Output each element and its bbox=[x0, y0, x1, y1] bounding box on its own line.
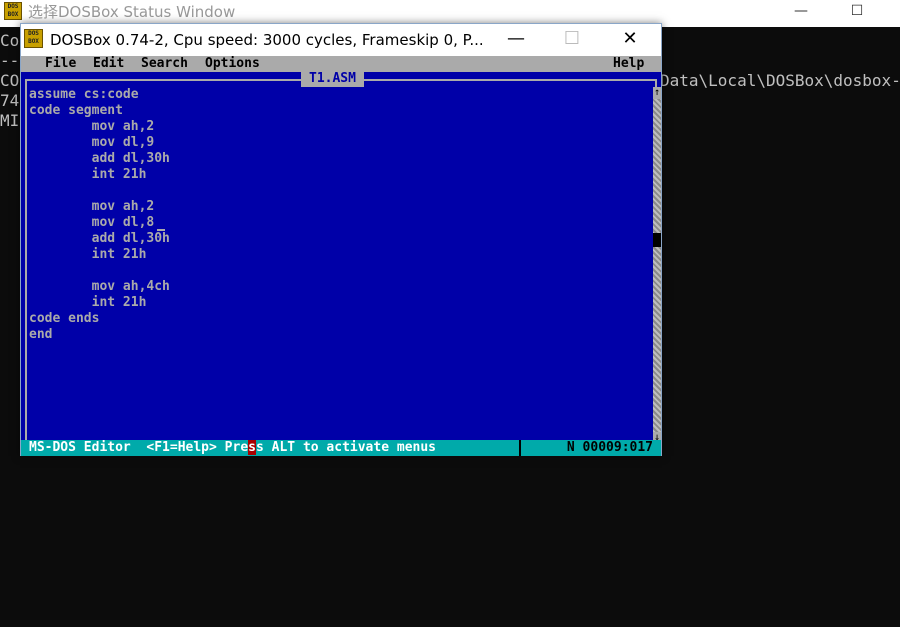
console-minimize-button[interactable]: — bbox=[778, 0, 824, 27]
status-text: MS-DOS Editor <F1=Help> Pre bbox=[29, 440, 249, 455]
code-line: mov ah,2 bbox=[29, 119, 155, 134]
code-line: mov dl,9 bbox=[29, 135, 155, 150]
status-text: s ALT to activate menus bbox=[255, 440, 436, 455]
dosbox-titlebar[interactable]: DOS BOX DOSBox 0.74-2, Cpu speed: 3000 cy… bbox=[21, 24, 661, 56]
status-separator bbox=[519, 440, 521, 456]
status-highlight: s bbox=[248, 440, 256, 455]
code-line: add dl,30h bbox=[29, 231, 170, 246]
status-message: MS-DOS Editor <F1=Help> Press ALT to act… bbox=[29, 440, 436, 456]
console-maximize-button[interactable]: ☐ bbox=[834, 0, 880, 27]
menu-bar: File Edit Search Options Help bbox=[21, 56, 661, 72]
menu-edit[interactable]: Edit bbox=[93, 56, 124, 72]
cursor-position: N 00009:017 bbox=[566, 440, 653, 455]
menu-search[interactable]: Search bbox=[141, 56, 188, 72]
status-bar: MS-DOS Editor <F1=Help> Press ALT to act… bbox=[21, 440, 661, 456]
menu-options[interactable]: Options bbox=[205, 56, 260, 72]
text-cursor bbox=[157, 229, 165, 231]
dosbox-title: DOSBox 0.74-2, Cpu speed: 3000 cycles, F… bbox=[50, 31, 484, 49]
code-line: code segment bbox=[29, 103, 123, 118]
code-line: mov ah,2 bbox=[29, 199, 155, 214]
dosbox-icon: DOS BOX bbox=[4, 2, 22, 20]
code-line: int 21h bbox=[29, 295, 147, 310]
menu-file[interactable]: File bbox=[45, 56, 76, 72]
dosbox-minimize-button[interactable]: — bbox=[493, 24, 539, 56]
menu-help[interactable]: Help bbox=[613, 56, 644, 72]
vertical-scrollbar[interactable]: ↑ ↓ bbox=[653, 87, 661, 446]
code-line: int 21h bbox=[29, 247, 147, 262]
code-editor[interactable]: assume cs:code code segment mov ah,2 mov… bbox=[29, 87, 649, 427]
file-title: T1.ASM bbox=[301, 71, 364, 87]
console-title: 选择DOSBox Status Window bbox=[28, 3, 236, 21]
dosbox-maximize-button[interactable]: ☐ bbox=[549, 24, 595, 56]
code-line: mov dl,8 bbox=[29, 215, 155, 230]
code-line: int 21h bbox=[29, 167, 147, 182]
dosbox-close-button[interactable]: ✕ bbox=[607, 24, 653, 56]
code-line: mov ah,4ch bbox=[29, 279, 170, 294]
edit-screen: File Edit Search Options Help T1.ASM ass… bbox=[21, 56, 661, 456]
scroll-up-arrow-icon[interactable]: ↑ bbox=[653, 87, 661, 99]
code-line: assume cs:code bbox=[29, 87, 139, 102]
code-line: end bbox=[29, 327, 53, 342]
vertical-scroll-thumb[interactable] bbox=[653, 233, 661, 247]
console-path-text: Data\Local\DOSBox\dosbox- bbox=[660, 71, 900, 90]
dosbox-window: DOS BOX DOSBox 0.74-2, Cpu speed: 3000 cy… bbox=[20, 23, 662, 456]
code-line: code ends bbox=[29, 311, 100, 326]
code-line: add dl,30h bbox=[29, 151, 170, 166]
dosbox-icon: DOS BOX bbox=[24, 29, 43, 48]
